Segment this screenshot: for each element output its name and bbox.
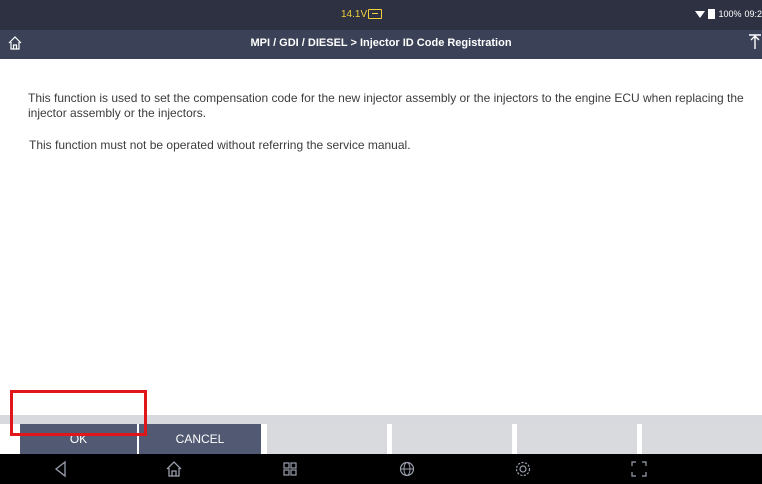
warning-text: This function must not be operated witho…	[29, 138, 411, 152]
back-icon[interactable]	[52, 460, 70, 478]
settings-icon[interactable]	[514, 460, 532, 478]
wifi-icon	[695, 10, 706, 18]
screenshot-icon[interactable]	[630, 460, 648, 478]
export-icon[interactable]	[748, 33, 762, 51]
home-icon[interactable]	[165, 460, 183, 478]
empty-button-2	[392, 424, 512, 454]
empty-button-1	[267, 424, 387, 454]
ok-highlight-box	[10, 390, 147, 436]
voltage-readout: 14.1V	[341, 9, 368, 20]
empty-button-4	[642, 424, 762, 454]
battery-icon	[708, 9, 716, 19]
recent-apps-icon[interactable]	[281, 460, 299, 478]
globe-icon[interactable]	[398, 460, 416, 478]
status-bar: 14.1V 100% 09:2	[0, 0, 762, 30]
description-text: This function is used to set the compens…	[28, 91, 744, 120]
cancel-button[interactable]: CANCEL	[139, 424, 261, 454]
status-indicators: 100% 09:2	[695, 8, 762, 20]
page-title: MPI / GDI / DIESEL > Injector ID Code Re…	[250, 37, 512, 49]
tablet-screen: 14.1V 100% 09:2 MPI / GDI / DIESEL > Inj…	[0, 0, 762, 484]
battery-percent: 100%	[718, 9, 742, 19]
clock: 09:2	[744, 9, 762, 19]
car-battery-icon	[368, 9, 382, 19]
empty-button-3	[517, 424, 637, 454]
